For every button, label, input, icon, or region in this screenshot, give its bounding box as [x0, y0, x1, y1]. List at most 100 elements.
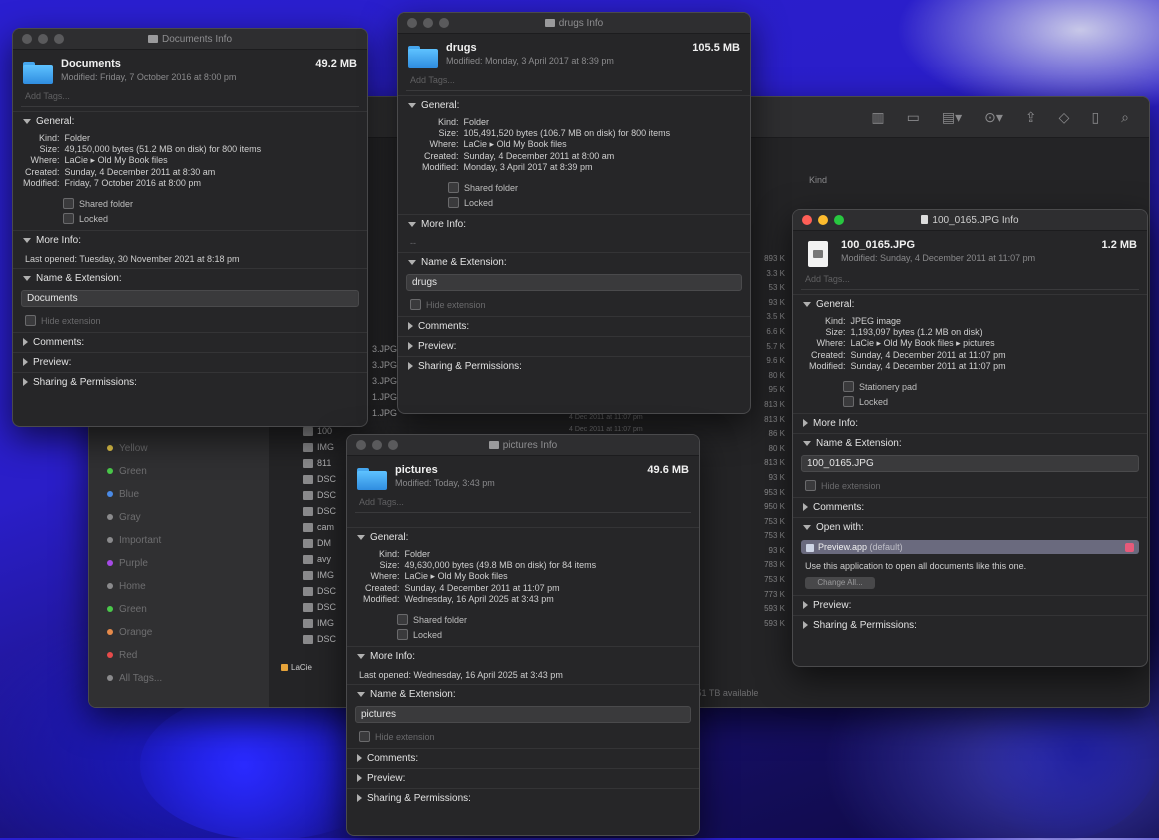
- sidebar-tag-item[interactable]: Important: [89, 529, 269, 552]
- documents-info-window[interactable]: Documents Info Documents Modified: Friday…: [12, 28, 368, 427]
- section-sharing[interactable]: Sharing & Permissions:: [347, 788, 699, 808]
- close-button[interactable]: [802, 215, 812, 225]
- open-with-select[interactable]: Preview.app (default): [801, 540, 1139, 554]
- sidebar-tag-item[interactable]: All Tags...: [89, 667, 269, 690]
- section-general[interactable]: General:: [347, 527, 699, 547]
- locked-checkbox[interactable]: Locked: [448, 195, 750, 210]
- list-item[interactable]: 3.JPG: [372, 341, 397, 357]
- close-button[interactable]: [356, 440, 366, 450]
- section-name-extension[interactable]: Name & Extension:: [347, 684, 699, 704]
- section-general[interactable]: General:: [793, 294, 1147, 314]
- minimize-button[interactable]: [423, 18, 433, 28]
- name-field[interactable]: 100_0165.JPG: [801, 455, 1139, 472]
- sidebar-tag-item[interactable]: Gray: [89, 506, 269, 529]
- jpg-info-window[interactable]: 100_0165.JPG Info 100_0165.JPG Modified: …: [792, 209, 1148, 667]
- close-button[interactable]: [22, 34, 32, 44]
- section-sharing[interactable]: Sharing & Permissions:: [13, 372, 367, 392]
- search-icon[interactable]: ⌕: [1121, 109, 1129, 126]
- section-comments[interactable]: Comments:: [398, 316, 750, 336]
- shared-folder-checkbox[interactable]: Shared folder: [63, 196, 367, 211]
- section-preview[interactable]: Preview:: [398, 336, 750, 356]
- change-all-button[interactable]: Change All...: [805, 577, 875, 589]
- name-field[interactable]: Documents: [21, 290, 359, 307]
- section-more-info[interactable]: More Info:: [793, 413, 1147, 433]
- tags-input[interactable]: Add Tags...: [21, 90, 359, 107]
- path-item-lacie[interactable]: LaCie: [291, 663, 312, 672]
- section-name-extension[interactable]: Name & Extension:: [793, 433, 1147, 453]
- titlebar[interactable]: drugs Info: [398, 13, 750, 34]
- section-general[interactable]: General:: [13, 111, 367, 131]
- drugs-info-window[interactable]: drugs Info drugs Modified: Monday, 3 Apri…: [397, 12, 751, 414]
- sidebar-tag-item[interactable]: Green: [89, 460, 269, 483]
- share-icon[interactable]: ⇪: [1025, 109, 1037, 126]
- section-name-extension[interactable]: Name & Extension:: [13, 268, 367, 288]
- section-more-info[interactable]: More Info:: [13, 230, 367, 250]
- titlebar[interactable]: 100_0165.JPG Info: [793, 210, 1147, 231]
- minimize-button[interactable]: [38, 34, 48, 44]
- stationery-pad-checkbox[interactable]: Stationery pad: [843, 379, 1147, 394]
- tags-input[interactable]: Add Tags...: [355, 496, 691, 513]
- hide-extension-checkbox[interactable]: Hide extension: [410, 297, 750, 312]
- name-field[interactable]: drugs: [406, 274, 742, 291]
- section-preview[interactable]: Preview:: [13, 352, 367, 372]
- sidebar-tag-item[interactable]: Green: [89, 598, 269, 621]
- list-item[interactable]: DM: [303, 535, 336, 551]
- hide-extension-checkbox[interactable]: Hide extension: [359, 729, 699, 744]
- action-icon[interactable]: ⊙▾: [984, 109, 1003, 126]
- list-item[interactable]: IMG: [303, 567, 336, 583]
- section-sharing[interactable]: Sharing & Permissions:: [793, 615, 1147, 635]
- shared-folder-checkbox[interactable]: Shared folder: [448, 180, 750, 195]
- section-comments[interactable]: Comments:: [793, 497, 1147, 517]
- section-open-with[interactable]: Open with:: [793, 517, 1147, 537]
- list-item[interactable]: DSC: [303, 583, 336, 599]
- column-header[interactable]: Kind: [809, 175, 827, 185]
- locked-checkbox[interactable]: Locked: [843, 394, 1147, 409]
- list-item[interactable]: 3.JPG: [372, 357, 397, 373]
- section-name-extension[interactable]: Name & Extension:: [398, 252, 750, 272]
- list-item[interactable]: DSC: [303, 503, 336, 519]
- list-item[interactable]: avy: [303, 551, 336, 567]
- section-comments[interactable]: Comments:: [347, 748, 699, 768]
- gallery-icon[interactable]: ▭: [907, 109, 920, 126]
- zoom-button[interactable]: [54, 34, 64, 44]
- section-more-info[interactable]: More Info:: [347, 646, 699, 666]
- list-item[interactable]: IMG: [303, 615, 336, 631]
- list-item[interactable]: 1.JPG: [372, 405, 397, 421]
- section-preview[interactable]: Preview:: [347, 768, 699, 788]
- hide-extension-checkbox[interactable]: Hide extension: [805, 478, 1147, 493]
- sidebar-tag-item[interactable]: Yellow: [89, 437, 269, 460]
- locked-checkbox[interactable]: Locked: [397, 627, 699, 642]
- list-item[interactable]: 3.JPG: [372, 373, 397, 389]
- sidebar-tag-item[interactable]: Blue: [89, 483, 269, 506]
- list-item[interactable]: 1.JPG: [372, 389, 397, 405]
- section-general[interactable]: General:: [398, 95, 750, 115]
- list-item[interactable]: DSC: [303, 599, 336, 615]
- zoom-button[interactable]: [834, 215, 844, 225]
- list-item[interactable]: IMG: [303, 439, 336, 455]
- group-icon[interactable]: ▤▾: [942, 109, 962, 126]
- tags-input[interactable]: Add Tags...: [801, 273, 1139, 290]
- shared-folder-checkbox[interactable]: Shared folder: [397, 612, 699, 627]
- section-sharing[interactable]: Sharing & Permissions:: [398, 356, 750, 376]
- close-button[interactable]: [407, 18, 417, 28]
- list-item[interactable]: cam: [303, 519, 336, 535]
- zoom-button[interactable]: [388, 440, 398, 450]
- tags-input[interactable]: Add Tags...: [406, 74, 742, 91]
- locked-checkbox[interactable]: Locked: [63, 211, 367, 226]
- name-field[interactable]: pictures: [355, 706, 691, 723]
- trash-icon[interactable]: ▯: [1091, 109, 1099, 126]
- sidebar-tag-item[interactable]: Home: [89, 575, 269, 598]
- list-item[interactable]: 811: [303, 455, 336, 471]
- list-item[interactable]: DSC: [303, 471, 336, 487]
- section-comments[interactable]: Comments:: [13, 332, 367, 352]
- zoom-button[interactable]: [439, 18, 449, 28]
- list-item[interactable]: DSC: [303, 487, 336, 503]
- list-item[interactable]: DSC: [303, 631, 336, 647]
- minimize-button[interactable]: [818, 215, 828, 225]
- columns-icon[interactable]: ▥: [871, 109, 884, 126]
- section-preview[interactable]: Preview:: [793, 595, 1147, 615]
- pictures-info-window[interactable]: pictures Info pictures Modified: Today, 3…: [346, 434, 700, 836]
- titlebar[interactable]: Documents Info: [13, 29, 367, 50]
- section-more-info[interactable]: More Info:: [398, 214, 750, 234]
- titlebar[interactable]: pictures Info: [347, 435, 699, 456]
